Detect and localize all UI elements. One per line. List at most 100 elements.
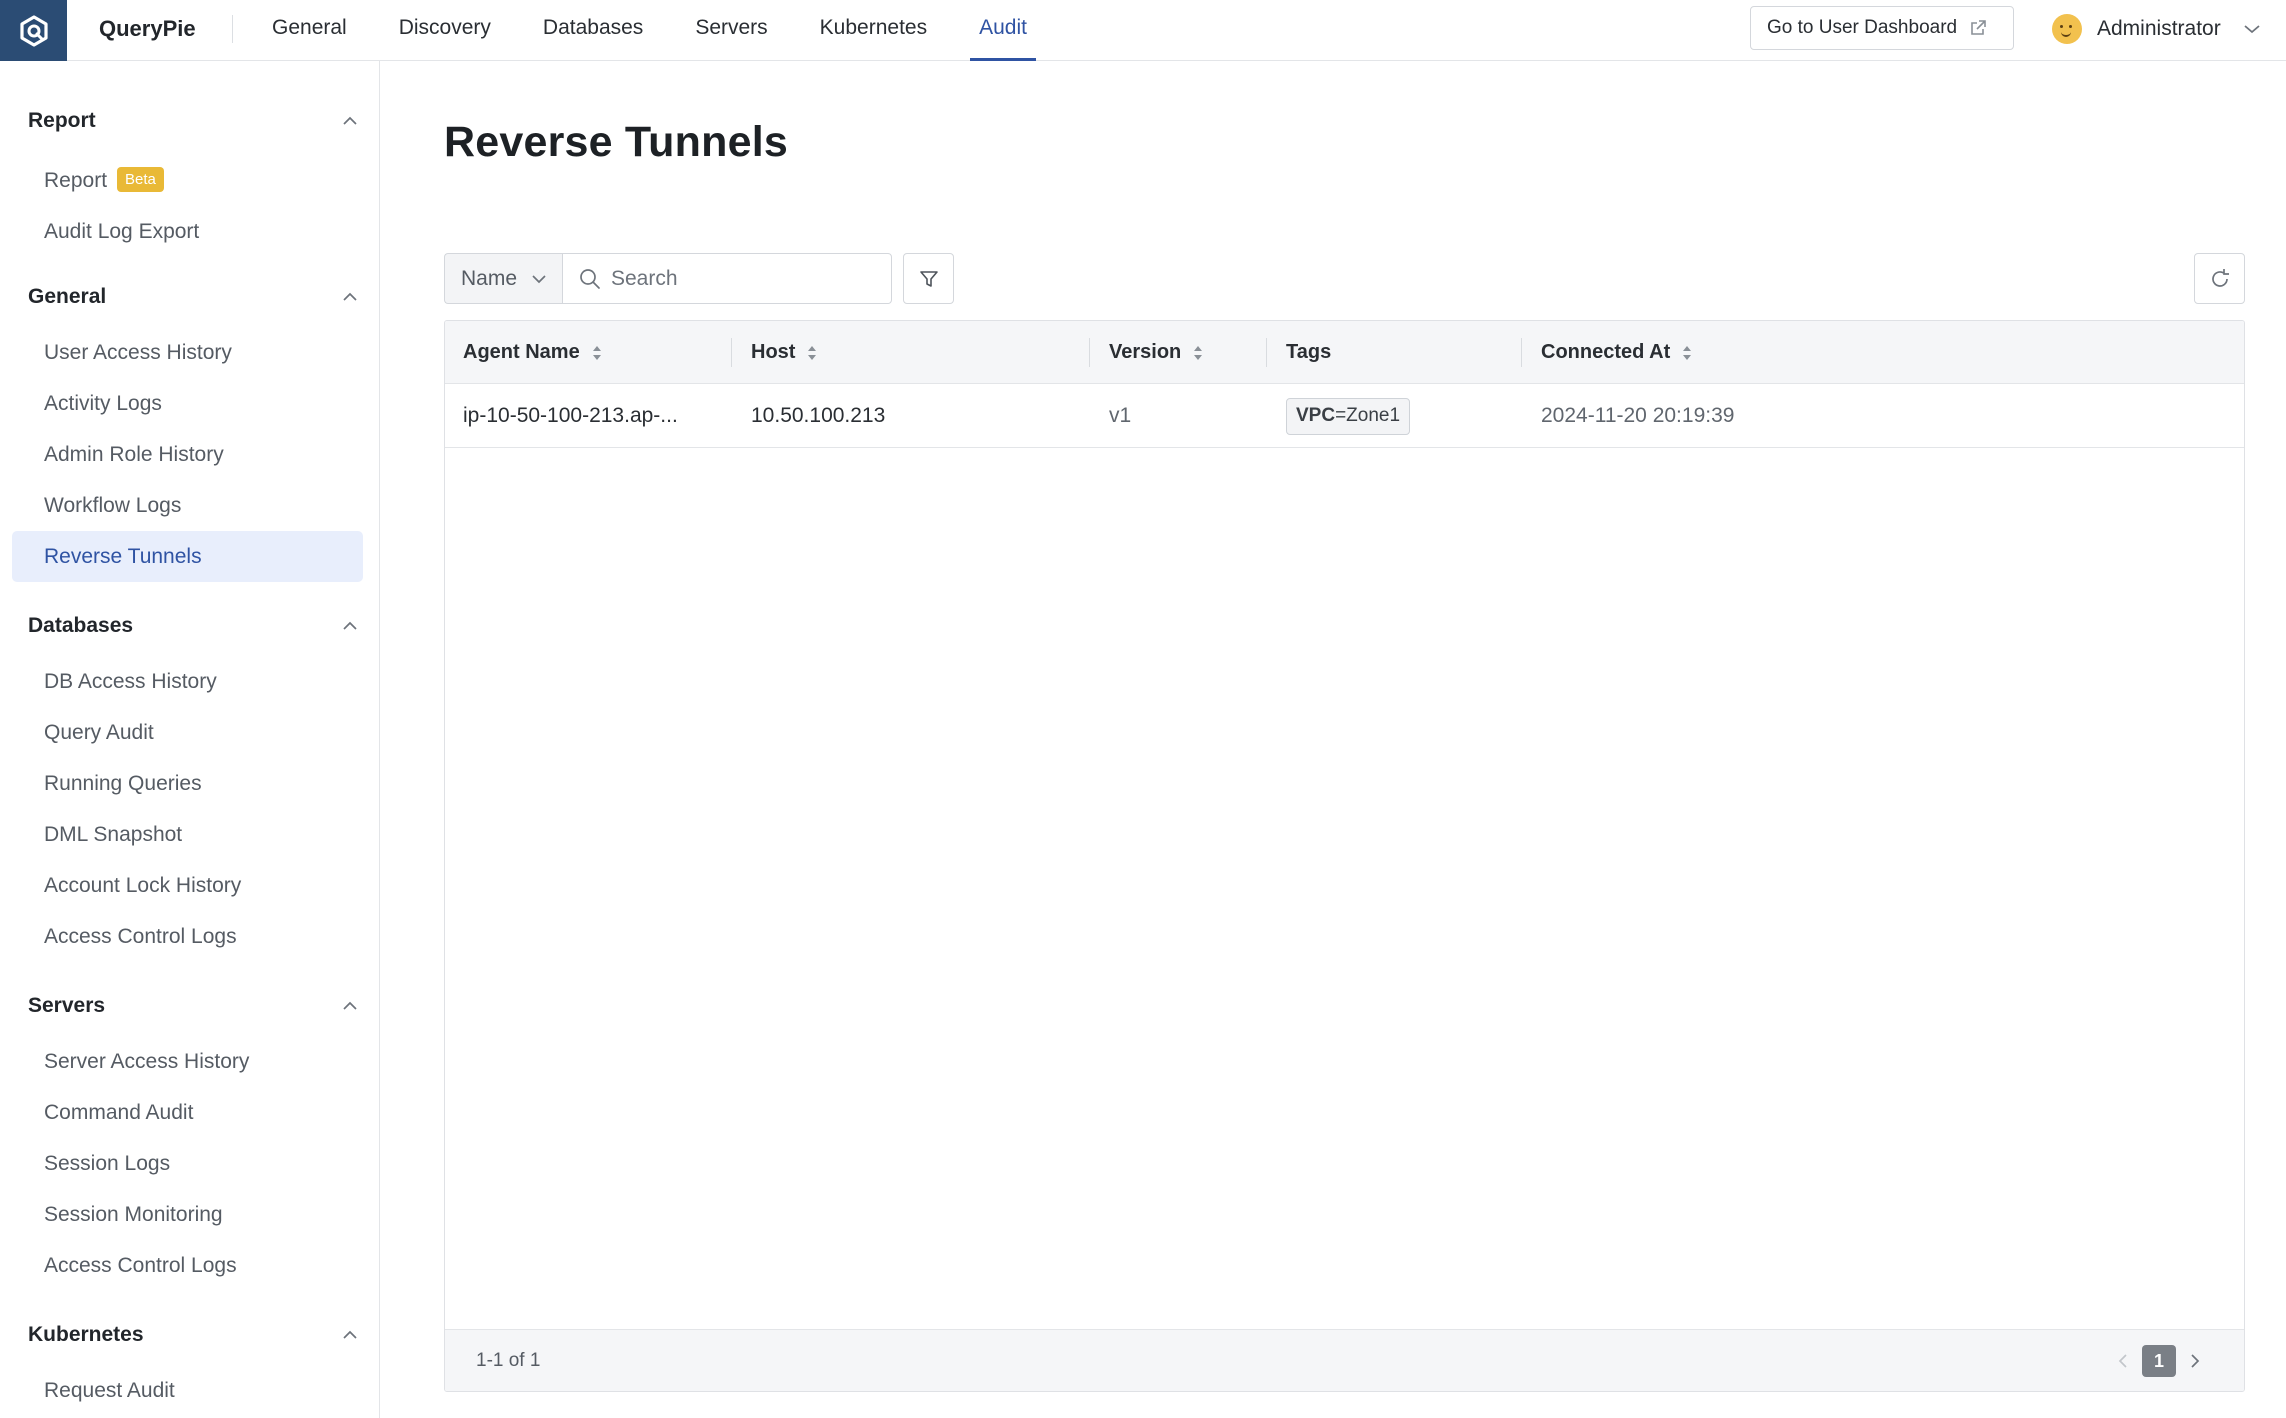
chevron-up-icon (342, 292, 358, 302)
search-field-select[interactable]: Name (444, 253, 562, 304)
sidebar-item-report[interactable]: Report Beta (12, 155, 363, 206)
chevron-up-icon (342, 621, 358, 631)
search-field-selected: Name (461, 266, 518, 290)
top-nav: General Discovery Databases Servers Kube… (255, 0, 1062, 61)
sort-icon[interactable] (807, 344, 817, 362)
pagination-summary: 1-1 of 1 (476, 1350, 541, 1371)
table-footer: 1-1 of 1 1 (445, 1329, 2244, 1391)
filter-bar: Name (444, 253, 954, 304)
avatar (2052, 14, 2082, 44)
logo-icon (19, 14, 48, 47)
app-name: QueryPie (99, 16, 196, 41)
sidebar-item-audit-log-export[interactable]: Audit Log Export (12, 206, 363, 257)
sidebar-item-server-access-control-logs[interactable]: Access Control Logs (12, 1240, 363, 1291)
sidebar-item-activity-logs[interactable]: Activity Logs (12, 378, 363, 429)
sidebar-item-request-audit[interactable]: Request Audit (12, 1365, 363, 1416)
sidebar-item-session-monitoring[interactable]: Session Monitoring (12, 1189, 363, 1240)
sidebar-item-db-access-history[interactable]: DB Access History (12, 656, 363, 707)
column-header-host: Host (751, 321, 817, 384)
page-title: Reverse Tunnels (444, 118, 788, 166)
search-icon (579, 268, 601, 290)
refresh-icon (2208, 267, 2232, 291)
sidebar-item-user-access-history[interactable]: User Access History (12, 327, 363, 378)
nav-tab-servers[interactable]: Servers (678, 0, 784, 61)
column-label: Connected At (1541, 341, 1671, 363)
sidebar-item-server-access-history[interactable]: Server Access History (12, 1036, 363, 1087)
sidebar-item-query-audit[interactable]: Query Audit (12, 707, 363, 758)
sidebar-group-databases[interactable]: Databases (28, 610, 358, 642)
page-number[interactable]: 1 (2142, 1345, 2176, 1377)
sidebar-item-session-logs[interactable]: Session Logs (12, 1138, 363, 1189)
column-divider (1521, 338, 1522, 367)
sidebar-item-db-access-control-logs[interactable]: Access Control Logs (12, 911, 363, 962)
sidebar-item-account-lock-history[interactable]: Account Lock History (12, 860, 363, 911)
top-bar: QueryPie General Discovery Databases Ser… (0, 0, 2286, 61)
filter-icon (918, 268, 940, 290)
column-label: Tags (1286, 341, 1332, 363)
filter-button[interactable] (903, 253, 954, 304)
nav-tab-discovery[interactable]: Discovery (382, 0, 508, 61)
sidebar-group-title: General (28, 285, 107, 308)
sort-icon[interactable] (1193, 344, 1203, 362)
sidebar-group-title: Report (28, 109, 96, 132)
chevron-up-icon (342, 1001, 358, 1011)
sidebar-group-report[interactable]: Report (28, 105, 358, 137)
sidebar-group-kubernetes[interactable]: Kubernetes (28, 1319, 358, 1351)
dashboard-button-label: Go to User Dashboard (1767, 17, 1958, 38)
sidebar: Report Report Beta Audit Log Export Gener… (0, 61, 380, 1418)
column-header-connected-at: Connected At (1541, 321, 1692, 384)
sidebar-group-title: Servers (28, 994, 106, 1017)
chevron-down-icon (2243, 23, 2261, 35)
beta-badge: Beta (117, 166, 164, 192)
sidebar-item-dml-snapshot[interactable]: DML Snapshot (12, 809, 363, 860)
nav-tab-audit[interactable]: Audit (962, 0, 1044, 61)
table-header: Agent Name Host Version Tags Connected A… (445, 321, 2244, 384)
column-label: Version (1109, 341, 1182, 363)
brand-divider (232, 15, 233, 43)
cell-tags: VPC =Zone1 (1286, 384, 1411, 448)
next-page-icon[interactable] (2184, 1346, 2206, 1376)
sidebar-item-command-audit[interactable]: Command Audit (12, 1087, 363, 1138)
tag-badge: VPC =Zone1 (1286, 397, 1411, 435)
user-menu[interactable]: Administrator (2052, 8, 2261, 50)
column-divider (731, 338, 732, 367)
table-row[interactable]: ip-10-50-100-213.ap-... 10.50.100.213 v1… (445, 384, 2244, 448)
tag-key: VPC (1296, 405, 1336, 426)
cell-connected-at: 2024-11-20 20:19:39 (1541, 404, 1735, 427)
sidebar-item-running-queries[interactable]: Running Queries (12, 758, 363, 809)
sidebar-group-title: Databases (28, 614, 134, 637)
nav-tab-general[interactable]: General (255, 0, 364, 61)
column-header-version: Version (1109, 321, 1203, 384)
search-input[interactable] (611, 266, 871, 291)
nav-tab-kubernetes[interactable]: Kubernetes (803, 0, 944, 61)
sidebar-item-admin-role-history[interactable]: Admin Role History (12, 429, 363, 480)
sidebar-item-reverse-tunnels[interactable]: Reverse Tunnels (12, 531, 363, 582)
querypie-logo[interactable] (0, 0, 67, 61)
column-header-tags: Tags (1286, 321, 1331, 384)
sort-icon[interactable] (1682, 344, 1692, 362)
external-link-icon (1969, 19, 1987, 37)
nav-tab-databases[interactable]: Databases (526, 0, 660, 61)
column-divider (1266, 338, 1267, 367)
refresh-button[interactable] (2194, 253, 2245, 304)
column-header-agent-name: Agent Name (463, 321, 602, 384)
sidebar-item-workflow-logs[interactable]: Workflow Logs (12, 480, 363, 531)
search-box (562, 253, 892, 304)
cell-host: 10.50.100.213 (751, 404, 886, 427)
column-divider (1089, 338, 1090, 367)
sidebar-group-servers[interactable]: Servers (28, 990, 358, 1022)
cell-version: v1 (1109, 404, 1132, 427)
go-to-user-dashboard-button[interactable]: Go to User Dashboard (1750, 6, 2014, 50)
pagination: 1 (2112, 1330, 2206, 1391)
column-label: Host (751, 341, 796, 363)
chevron-up-icon (342, 116, 358, 126)
sort-icon[interactable] (592, 344, 602, 362)
chevron-down-icon (531, 274, 547, 284)
user-name: Administrator (2097, 17, 2221, 40)
cell-agent-name: ip-10-50-100-213.ap-... (463, 404, 678, 427)
reverse-tunnels-table: Agent Name Host Version Tags Connected A… (444, 320, 2245, 1392)
previous-page-icon[interactable] (2112, 1346, 2134, 1376)
sidebar-group-general[interactable]: General (28, 281, 358, 313)
tag-value: =Zone1 (1335, 405, 1401, 426)
sidebar-group-title: Kubernetes (28, 1323, 144, 1346)
